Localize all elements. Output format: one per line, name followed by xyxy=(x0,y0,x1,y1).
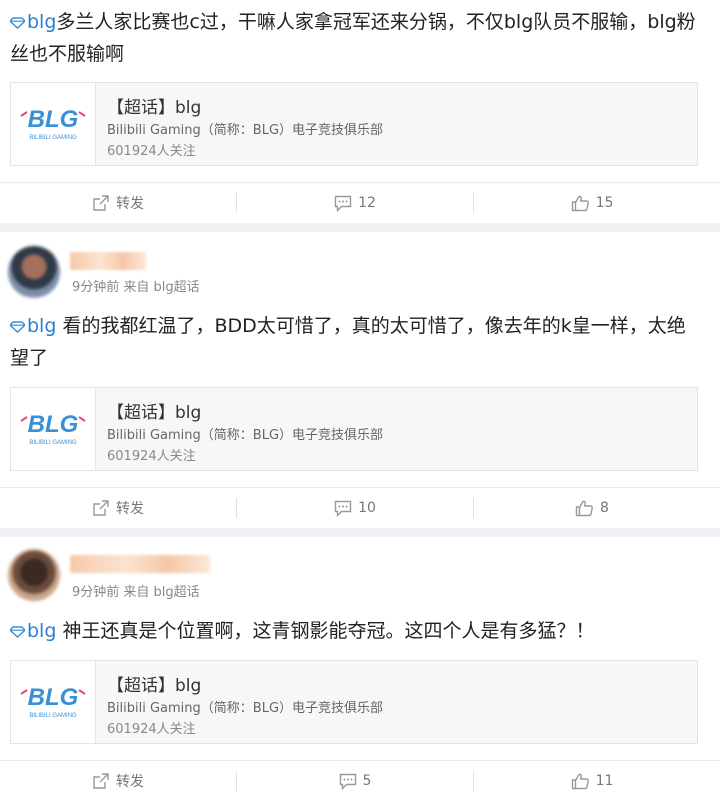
post-text: blg 看的我都红温了，BDD太可惜了，真的太可惜了，像去年的k皇一样，太绝望了 xyxy=(10,310,700,374)
repost-label: 转发 xyxy=(116,501,144,517)
post-header: ··············· 9分钟前 来自 blg超话 xyxy=(0,537,720,603)
thumbs-up-icon xyxy=(571,194,590,212)
thumbs-up-icon xyxy=(575,499,594,517)
like-button[interactable]: 8 xyxy=(474,488,710,528)
card-description: Bilibili Gaming（简称：BLG）电子竞技俱乐部 xyxy=(107,701,384,716)
super-topic-diamond-icon xyxy=(10,626,25,638)
comment-icon xyxy=(334,195,352,212)
super-topic-diamond-icon xyxy=(10,321,25,333)
blg-logo: BLG BILIBILI GAMING xyxy=(11,83,96,165)
post-meta: 9分钟前 来自 blg超话 xyxy=(72,585,200,600)
thumbs-up-icon xyxy=(571,772,590,790)
like-button[interactable]: 15 xyxy=(474,183,710,223)
post-meta: 9分钟前 来自 blg超话 xyxy=(72,280,200,295)
card-description: Bilibili Gaming（简称：BLG）电子竞技俱乐部 xyxy=(107,428,384,443)
super-topic-link[interactable]: blg xyxy=(27,315,56,337)
post-body: 神王还真是个位置啊，这青钢影能夺冠。这四个人是有多猛？！ xyxy=(56,620,595,642)
like-count: 11 xyxy=(595,773,614,789)
post-body: 看的我都红温了，BDD太可惜了，真的太可惜了，像去年的k皇一样，太绝望了 xyxy=(10,315,686,369)
like-button[interactable]: 11 xyxy=(474,761,710,801)
super-topic-diamond-icon xyxy=(10,17,25,29)
card-title[interactable]: 【超话】blg xyxy=(107,93,201,118)
super-topic-card[interactable]: BLG BILIBILI GAMING 【超话】blg Bilibili Gam… xyxy=(10,82,698,166)
repost-icon xyxy=(92,194,110,212)
avatar[interactable] xyxy=(8,549,60,601)
avatar[interactable] xyxy=(8,246,60,298)
blg-logo-subtext: BILIBILI GAMING xyxy=(29,440,77,446)
comment-button[interactable]: 12 xyxy=(237,183,473,223)
super-topic-link[interactable]: blg xyxy=(27,620,56,642)
post-3: ··············· 9分钟前 来自 blg超话 blg 神王还真是个… xyxy=(0,537,720,801)
comment-count: 10 xyxy=(358,500,376,516)
super-topic-card[interactable]: BLG BILIBILI GAMING 【超话】blg Bilibili Gam… xyxy=(10,660,698,744)
like-count: 15 xyxy=(595,195,614,211)
username[interactable]: ··············· xyxy=(70,555,210,573)
blg-logo-text: BLG xyxy=(28,411,79,438)
repost-button[interactable]: 转发 xyxy=(0,488,236,528)
username[interactable]: ·········· xyxy=(70,252,146,270)
action-bar: 转发 12 15 xyxy=(0,182,720,223)
post-body: 多兰人家比赛也c过，干嘛人家拿冠军还来分锅，不仅blg队员不服输，blg粉丝也不… xyxy=(10,11,696,65)
super-topic-card[interactable]: BLG BILIBILI GAMING 【超话】blg Bilibili Gam… xyxy=(10,387,698,471)
blg-logo-subtext: BILIBILI GAMING xyxy=(29,135,77,141)
comment-count: 5 xyxy=(362,773,372,789)
post-1: blg多兰人家比赛也c过，干嘛人家拿冠军还来分锅，不仅blg队员不服输，blg粉… xyxy=(0,0,720,223)
comment-button[interactable]: 5 xyxy=(237,761,473,801)
blg-logo-text: BLG xyxy=(28,684,79,711)
comment-button[interactable]: 10 xyxy=(237,488,473,528)
comment-icon xyxy=(334,500,352,517)
action-bar: 转发 5 11 xyxy=(0,760,720,801)
post-text: blg 神王还真是个位置啊，这青钢影能夺冠。这四个人是有多猛？！ xyxy=(10,615,700,647)
action-bar: 转发 10 8 xyxy=(0,487,720,528)
card-followers: 601924人关注 xyxy=(107,449,196,464)
repost-icon xyxy=(92,499,110,517)
post-header: ·········· 9分钟前 来自 blg超话 xyxy=(0,232,720,298)
card-followers: 601924人关注 xyxy=(107,144,196,159)
like-count: 8 xyxy=(600,500,609,516)
card-title[interactable]: 【超话】blg xyxy=(107,671,201,696)
post-text: blg多兰人家比赛也c过，干嘛人家拿冠军还来分锅，不仅blg队员不服输，blg粉… xyxy=(10,6,700,70)
repost-button[interactable]: 转发 xyxy=(0,183,236,223)
comment-icon xyxy=(339,773,357,790)
blg-logo-subtext: BILIBILI GAMING xyxy=(29,713,77,719)
card-description: Bilibili Gaming（简称：BLG）电子竞技俱乐部 xyxy=(107,123,384,138)
card-title[interactable]: 【超话】blg xyxy=(107,398,201,423)
post-2: ·········· 9分钟前 来自 blg超话 blg 看的我都红温了，BDD… xyxy=(0,232,720,528)
blg-logo: BLG BILIBILI GAMING xyxy=(11,661,96,743)
card-followers: 601924人关注 xyxy=(107,722,196,737)
comment-count: 12 xyxy=(358,195,376,211)
repost-button[interactable]: 转发 xyxy=(0,761,236,801)
super-topic-link[interactable]: blg xyxy=(27,11,56,33)
blg-logo: BLG BILIBILI GAMING xyxy=(11,388,96,470)
repost-label: 转发 xyxy=(116,774,144,790)
repost-icon xyxy=(92,772,110,790)
blg-logo-text: BLG xyxy=(28,106,79,133)
repost-label: 转发 xyxy=(116,196,144,212)
